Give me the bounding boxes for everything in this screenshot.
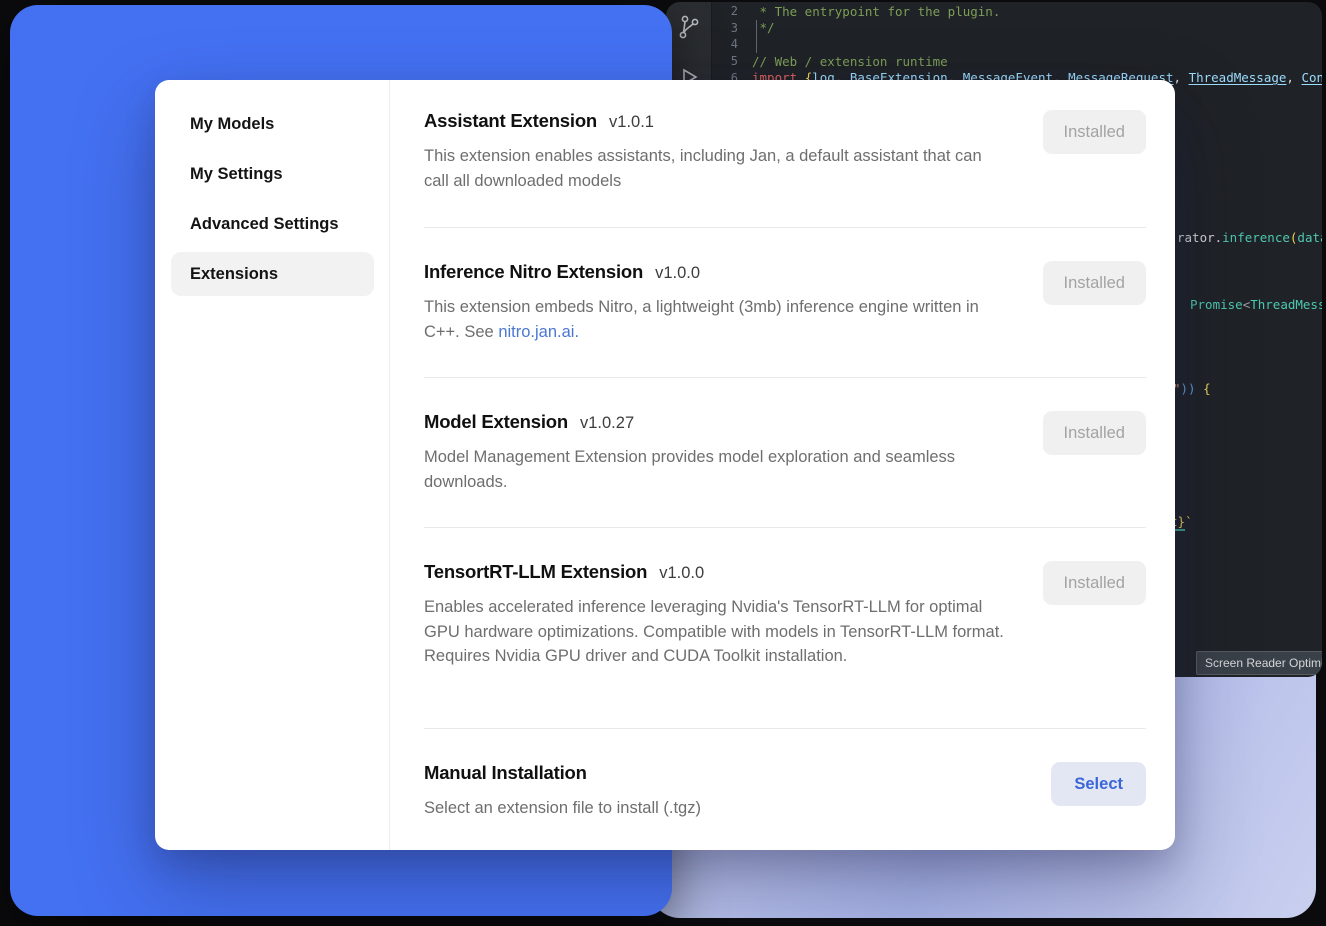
extension-description: Model Management Extension provides mode…: [424, 445, 1004, 494]
extension-row: TensortRT-LLM Extension v1.0.0 Enables a…: [424, 527, 1146, 728]
extension-name: TensortRT-LLM Extension: [424, 561, 647, 583]
desktop-background: 2 * The entrypoint for the plugin. 3 */ …: [0, 0, 1326, 926]
line-number: 4: [712, 37, 752, 51]
settings-nav: My Models My Settings Advanced Settings …: [155, 80, 390, 850]
manual-install-description: Select an extension file to install (.tg…: [424, 796, 701, 821]
code-fragment: Promise<ThreadMessage>: [1190, 297, 1322, 312]
code-line: 5 // Web / extension runtime: [712, 53, 1322, 70]
extension-name: Assistant Extension: [424, 110, 597, 132]
line-number: 3: [712, 21, 752, 35]
line-number: 2: [712, 4, 752, 18]
extension-version: v1.0.0: [655, 264, 700, 283]
extension-version: v1.0.27: [580, 414, 634, 433]
installed-button[interactable]: Installed: [1043, 110, 1146, 154]
extension-name: Inference Nitro Extension: [424, 261, 643, 283]
sidebar-item-extensions[interactable]: Extensions: [171, 252, 374, 296]
manual-install-title: Manual Installation: [424, 762, 587, 784]
screen-reader-badge[interactable]: Screen Reader Optimiz: [1196, 651, 1322, 675]
nitro-link[interactable]: nitro.jan.ai.: [498, 323, 579, 341]
code-line: 3 */: [712, 20, 1322, 37]
code-fragment: ")) {: [1173, 381, 1211, 396]
select-button[interactable]: Select: [1051, 762, 1146, 806]
installed-button[interactable]: Installed: [1043, 411, 1146, 455]
installed-button[interactable]: Installed: [1043, 561, 1146, 605]
sidebar-item-my-models[interactable]: My Models: [171, 102, 374, 146]
manual-install-row: Manual Installation Select an extension …: [424, 728, 1146, 850]
line-number: 5: [712, 54, 752, 68]
extension-row: Inference Nitro Extension v1.0.0 This ex…: [424, 227, 1146, 377]
sidebar-item-advanced-settings[interactable]: Advanced Settings: [171, 202, 374, 246]
installed-button[interactable]: Installed: [1043, 261, 1146, 305]
text-cursor: [756, 20, 757, 53]
code-fragment: rator.inference(data));: [1177, 230, 1322, 245]
extension-version: v1.0.0: [659, 564, 704, 583]
sidebar-item-my-settings[interactable]: My Settings: [171, 152, 374, 196]
source-control-icon[interactable]: [676, 14, 702, 42]
extension-name: Model Extension: [424, 411, 568, 433]
code-line: 2 * The entrypoint for the plugin.: [712, 3, 1322, 20]
extensions-list: Assistant Extension v1.0.1 This extensio…: [390, 80, 1175, 850]
extension-description: This extension enables assistants, inclu…: [424, 144, 1004, 193]
extension-description: Enables accelerated inference leveraging…: [424, 595, 1004, 669]
extension-row: Assistant Extension v1.0.1 This extensio…: [424, 110, 1146, 227]
code-line: 4: [712, 36, 1322, 53]
code-editor[interactable]: 2 * The entrypoint for the plugin. 3 */ …: [712, 3, 1322, 86]
extension-row: Model Extension v1.0.27 Model Management…: [424, 377, 1146, 527]
settings-dialog: My Models My Settings Advanced Settings …: [155, 80, 1175, 850]
extension-version: v1.0.1: [609, 113, 654, 132]
extension-description: This extension embeds Nitro, a lightweig…: [424, 295, 1004, 344]
